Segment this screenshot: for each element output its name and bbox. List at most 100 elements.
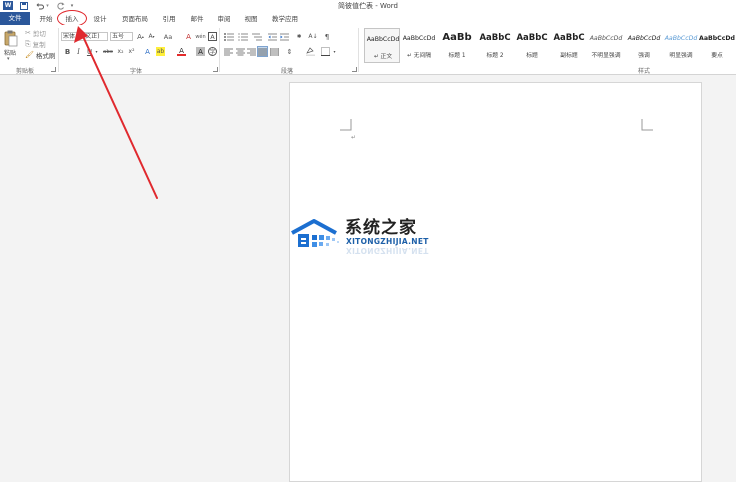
distributed-icon[interactable] <box>270 47 279 56</box>
chinese-layout-icon[interactable]: ✱ <box>294 32 304 41</box>
style-normal[interactable]: AaBbCcDd ↵ 正文 <box>364 28 400 63</box>
tab-references[interactable]: 引用 <box>158 13 180 25</box>
copy-label: 复制 <box>32 41 46 49</box>
document-title: 简彼值伫表 - Word <box>338 2 398 10</box>
divider <box>358 28 359 72</box>
underline-dropdown-icon[interactable]: ▾ <box>94 47 99 56</box>
superscript-icon[interactable]: x² <box>127 47 136 56</box>
tab-home[interactable]: 开始 <box>34 13 58 25</box>
multilevel-list-icon[interactable] <box>251 32 262 41</box>
paste-dropdown-icon[interactable]: ▾ <box>7 56 10 62</box>
tab-mailings[interactable]: 邮件 <box>186 13 208 25</box>
tab-review[interactable]: 审阅 <box>213 13 235 25</box>
justify-icon[interactable] <box>257 46 268 57</box>
paragraph-launcher-icon[interactable] <box>352 67 357 72</box>
style-sample: AaBb <box>442 32 472 43</box>
line-spacing-icon[interactable]: ⇕ <box>285 47 294 56</box>
shrink-font-icon[interactable]: A ▾ <box>147 32 156 41</box>
font-launcher-icon[interactable] <box>213 67 218 72</box>
margin-corner-top-left <box>340 119 352 131</box>
font-color-icon[interactable]: A <box>177 47 186 56</box>
grow-font-icon[interactable]: A ▴ <box>136 32 145 41</box>
format-painter-button[interactable]: 🖌 格式刷 <box>25 50 55 60</box>
increase-indent-icon[interactable] <box>279 32 289 41</box>
borders-dropdown-icon[interactable]: ▾ <box>332 47 337 56</box>
ribbon: 粘贴 ▾ ✂ 剪切 ⎘ 复制 🖌 格式刷 剪贴板 宋体 (中文正) 五号 A ▴ A ▾ … <box>0 25 736 75</box>
strikethrough-icon[interactable]: abc <box>102 47 114 56</box>
style-name: 要点 <box>711 53 723 59</box>
style-sample: AaBbCcDd <box>589 35 623 42</box>
watermark-domain-text: XITONGZHIJIA.NET <box>346 237 429 246</box>
italic-icon[interactable]: I <box>74 47 83 56</box>
style-sample: AaBbC <box>479 33 511 43</box>
style-sample: AaBbCcDd <box>402 35 436 42</box>
numbering-icon[interactable] <box>237 32 248 41</box>
tab-file[interactable]: 文件 <box>0 12 30 25</box>
style-subtitle[interactable]: AaBbC 副标题 <box>551 28 587 63</box>
style-strong[interactable]: AaBbCcDd 要点 <box>699 28 735 63</box>
styles-group-label: 样式 <box>637 68 650 75</box>
style-sample: AaBbC <box>553 33 585 43</box>
style-emphasis[interactable]: AaBbCcDd 强调 <box>626 28 662 63</box>
style-title[interactable]: AaBbC 标题 <box>514 28 550 63</box>
divider <box>58 28 59 72</box>
style-name: 明显强调 <box>669 53 693 59</box>
font-family-select[interactable]: 宋体 (中文正) <box>61 32 108 41</box>
borders-icon[interactable] <box>321 47 330 56</box>
style-no-spacing[interactable]: AaBbCcDd ↵ 无间隔 <box>401 28 437 63</box>
watermark-chinese-text: 系统之家 <box>345 218 417 238</box>
title-bar: W ▾ ▾ 简彼值伫表 - Word <box>0 0 736 12</box>
style-name: 副标题 <box>560 53 578 59</box>
paste-label[interactable]: 粘贴 <box>4 48 16 57</box>
highlight-icon[interactable]: ab <box>156 47 165 56</box>
style-sample: AaBbCcDd <box>664 35 698 42</box>
clipboard-launcher-icon[interactable] <box>51 67 56 72</box>
style-subtle-emphasis[interactable]: AaBbCcDd 不明显强调 <box>588 28 624 63</box>
style-name: 强调 <box>638 53 650 59</box>
format-painter-label: 格式刷 <box>35 52 56 60</box>
phonetic-guide-icon[interactable]: wén <box>195 32 205 41</box>
style-sample: AaBbCcDd <box>699 35 735 42</box>
clear-formatting-icon[interactable]: A <box>184 32 193 41</box>
sort-icon[interactable]: A↓ <box>308 32 318 41</box>
paste-icon[interactable] <box>4 29 18 47</box>
style-name: 不明显强调 <box>591 53 621 59</box>
tab-view[interactable]: 视图 <box>240 13 262 25</box>
document-page[interactable]: ↵ <box>289 82 702 482</box>
bold-icon[interactable]: B <box>63 47 72 56</box>
subscript-icon[interactable]: x₂ <box>116 47 125 56</box>
cut-button[interactable]: ✂ 剪切 <box>25 28 46 38</box>
style-name: 标题 2 <box>486 53 504 59</box>
style-sample: AaBbC <box>516 33 548 43</box>
align-left-icon[interactable] <box>224 47 233 56</box>
copy-button[interactable]: ⎘ 复制 <box>25 39 46 50</box>
show-marks-icon[interactable]: ¶ <box>322 32 332 41</box>
change-case-icon[interactable]: Aa <box>161 32 175 41</box>
align-right-icon[interactable] <box>247 47 256 56</box>
style-name: ↵ 正文 <box>373 54 393 60</box>
enclose-characters-icon[interactable]: 字 <box>208 47 217 56</box>
style-intense-emphasis[interactable]: AaBbCcDd 明显强调 <box>663 28 699 63</box>
copy-icon: ⎘ <box>25 39 31 48</box>
brush-icon: 🖌 <box>25 51 34 59</box>
character-shading-icon[interactable]: A <box>196 47 205 56</box>
character-border-icon[interactable]: A <box>208 32 217 41</box>
style-heading-1[interactable]: AaBb 标题 1 <box>439 28 475 63</box>
underline-icon[interactable]: U <box>85 47 94 56</box>
bullets-icon[interactable] <box>223 32 234 41</box>
paragraph-mark: ↵ <box>351 134 357 141</box>
tab-design[interactable]: 设计 <box>88 13 112 25</box>
text-effects-icon[interactable]: A <box>143 47 152 56</box>
font-size-select[interactable]: 五号 <box>110 32 133 41</box>
margin-corner-top-right <box>641 119 653 131</box>
style-heading-2[interactable]: AaBbC 标题 2 <box>477 28 513 63</box>
tab-page-layout[interactable]: 页面布局 <box>118 13 152 25</box>
clipboard-group-label: 剪贴板 <box>15 68 34 75</box>
align-center-icon[interactable] <box>236 47 245 56</box>
house-logo-icon <box>291 219 339 247</box>
font-group-label: 字体 <box>129 68 142 75</box>
shading-icon[interactable] <box>306 47 315 56</box>
tab-teaching[interactable]: 教学应用 <box>268 13 302 25</box>
watermark-reflection: XITONGZHIJIA.NET <box>346 246 429 255</box>
decrease-indent-icon[interactable] <box>267 32 277 41</box>
